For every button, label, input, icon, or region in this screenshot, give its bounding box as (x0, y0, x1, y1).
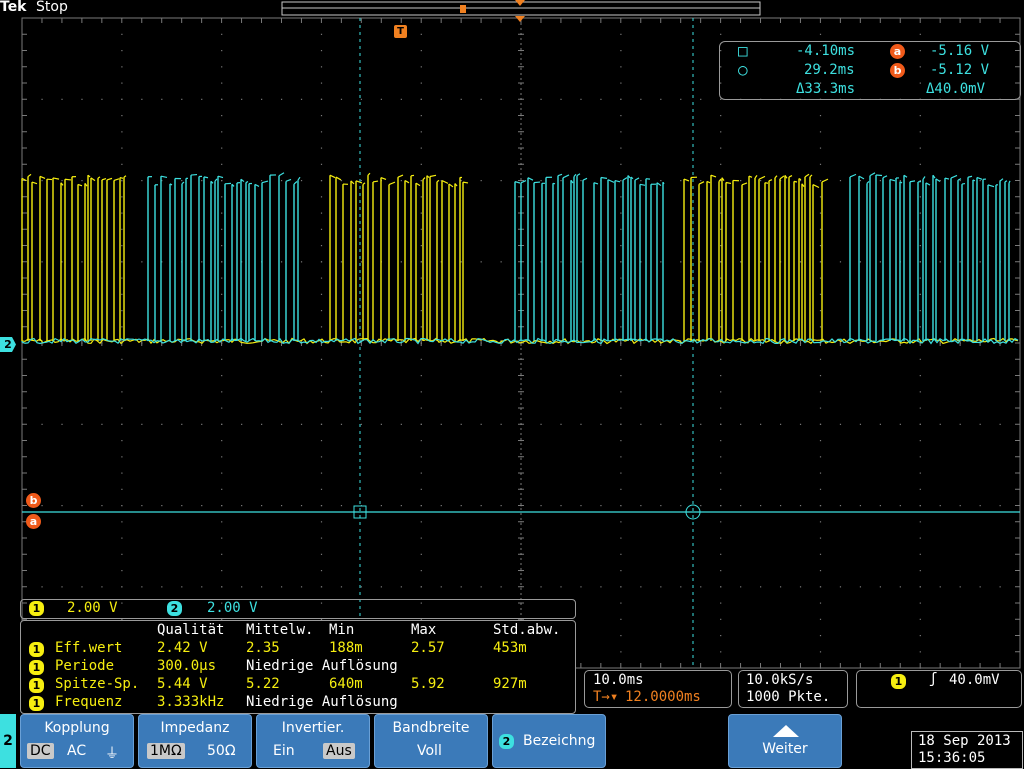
channel-2-marker-label: 2 (4, 338, 12, 351)
impedanz-option-50ohm[interactable]: 50Ω (207, 743, 236, 759)
header-stdabw: Std.abw. (493, 622, 560, 638)
trigger-marker-icon[interactable]: T (394, 25, 407, 38)
bezeichnung-label: Bezeichng (523, 733, 595, 749)
measurement-value: 5.44 V (157, 676, 208, 692)
timebase-position: 12.0000ms (625, 689, 701, 705)
timebase-box[interactable]: 10.0ms T→▾ 12.0000ms (584, 670, 732, 708)
top-status-bar: Tek Stop (0, 0, 1024, 16)
sample-rate: 10.0kS/s (746, 672, 813, 688)
measurement-std: 453m (493, 640, 527, 656)
ref-a-marker[interactable]: a (26, 514, 41, 529)
header-min: Min (329, 622, 354, 638)
measurement-max: 2.57 (411, 640, 445, 656)
header-mittelwert: Mittelw. (246, 622, 313, 638)
measurement-mean: 5.22 (246, 676, 280, 692)
measurement-note: Niedrige Auflösung (246, 658, 398, 674)
bandbreite-label: Bandbreite (375, 720, 487, 736)
acquisition-box[interactable]: 10.0kS/s 1000 Pkte. (738, 670, 848, 708)
measurement-min: 188m (329, 640, 363, 656)
table-row-channel-badge: 1 (29, 696, 44, 711)
time-text: 15:36:05 (918, 750, 985, 766)
channel-1-badge[interactable]: 1 (29, 601, 44, 616)
trigger-slope-icon: ʃ (929, 671, 937, 687)
cursor-b-marker-badge: b (890, 63, 905, 78)
trigger-position-arrow (515, 16, 525, 22)
channel-1-waveform (22, 173, 1018, 343)
measurement-value: 2.42 V (157, 640, 208, 656)
record-length: 1000 Pkte. (746, 689, 830, 705)
channel-2-scale: 2.00 V (207, 600, 258, 616)
invertier-option-aus[interactable]: Aus (323, 743, 355, 759)
measurement-max: 5.92 (411, 676, 445, 692)
trigger-box[interactable]: 1 ʃ 40.0mV (856, 670, 1022, 708)
kopplung-option-dc[interactable]: DC (27, 743, 54, 759)
cursor-circle-icon: ○ (738, 60, 748, 79)
bandbreite-value: Voll (417, 743, 442, 759)
ground-icon[interactable]: ⏚ (105, 743, 119, 763)
invertier-option-ein[interactable]: Ein (273, 743, 295, 759)
cursor-b-voltage: -5.12 V (930, 62, 989, 78)
cursor-delta-voltage: Δ40.0mV (926, 81, 985, 97)
ref-b-marker[interactable]: b (26, 493, 41, 508)
header-qualitaet: Qualität (157, 622, 224, 638)
measurement-value: 300.0µs (157, 658, 216, 674)
timebase-position-prefix: T→▾ (593, 689, 618, 705)
cursor-delta-time: Δ33.3ms (796, 81, 855, 97)
trigger-marker-label: T (397, 26, 404, 37)
cursor-a-marker-badge: a (890, 44, 905, 59)
kopplung-option-ac[interactable]: AC (67, 743, 86, 759)
header-max: Max (411, 622, 436, 638)
impedanz-option-1mohm[interactable]: 1MΩ (147, 743, 185, 759)
cursor-a-time: -4.10ms (796, 43, 855, 59)
measurement-min: 640m (329, 676, 363, 692)
channel-2-waveform (22, 173, 1018, 344)
channel-2-badge[interactable]: 2 (167, 601, 182, 616)
channel-scale-bar: 1 2.00 V 2 2.00 V (20, 599, 576, 619)
measurement-name: Spitze-Sp. (55, 676, 139, 692)
up-arrow-icon (773, 725, 799, 737)
table-row-channel-badge: 1 (29, 678, 44, 693)
brand-label: Tek (0, 0, 27, 15)
measurement-note: Niedrige Auflösung (246, 694, 398, 710)
channel-1-scale: 2.00 V (67, 600, 118, 616)
bezeichnung-button[interactable]: 2 Bezeichng (492, 714, 606, 768)
cursor-readout-panel: □ -4.10ms a -5.16 V ○ 29.2ms b -5.12 V Δ… (719, 41, 1021, 100)
cursor-b-time: 29.2ms (804, 62, 855, 78)
table-row-channel-badge: 1 (29, 642, 44, 657)
ref-a-label: a (30, 515, 37, 528)
cursor-square-icon: □ (738, 41, 748, 60)
date-text: 18 Sep 2013 (918, 733, 1011, 749)
kopplung-label: Kopplung (21, 720, 133, 736)
invertier-button[interactable]: Invertier. Ein Aus (256, 714, 370, 768)
trigger-level: 40.0mV (949, 672, 1000, 688)
acquisition-status: Stop (36, 0, 68, 15)
kopplung-button[interactable]: Kopplung DC AC ⏚ (20, 714, 134, 768)
date-time-display: 18 Sep 2013 15:36:05 (911, 731, 1023, 769)
measurement-std: 927m (493, 676, 527, 692)
measurement-value: 3.333kHz (157, 694, 224, 710)
table-row-channel-badge: 1 (29, 660, 44, 675)
weiter-label: Weiter (729, 741, 841, 757)
timebase-scale: 10.0ms (593, 672, 644, 688)
measurement-name: Eff.wert (55, 640, 122, 656)
menu-channel-indicator: 2 (0, 714, 16, 768)
impedanz-label: Impedanz (139, 720, 251, 736)
trigger-channel-badge: 1 (891, 674, 906, 689)
invertier-label: Invertier. (257, 720, 369, 736)
impedanz-button[interactable]: Impedanz 1MΩ 50Ω (138, 714, 252, 768)
menu-channel-label: 2 (3, 733, 13, 749)
ref-b-label: b (30, 494, 38, 507)
weiter-button[interactable]: Weiter (728, 714, 842, 768)
measurement-name: Frequenz (55, 694, 122, 710)
measurement-table: Qualität Mittelw. Min Max Std.abw. 1 Eff… (20, 620, 576, 714)
bezeichnung-channel-badge: 2 (499, 734, 514, 749)
measurement-name: Periode (55, 658, 114, 674)
measurement-mean: 2.35 (246, 640, 280, 656)
bandbreite-button[interactable]: Bandbreite Voll (374, 714, 488, 768)
cursor-a-voltage: -5.16 V (930, 43, 989, 59)
